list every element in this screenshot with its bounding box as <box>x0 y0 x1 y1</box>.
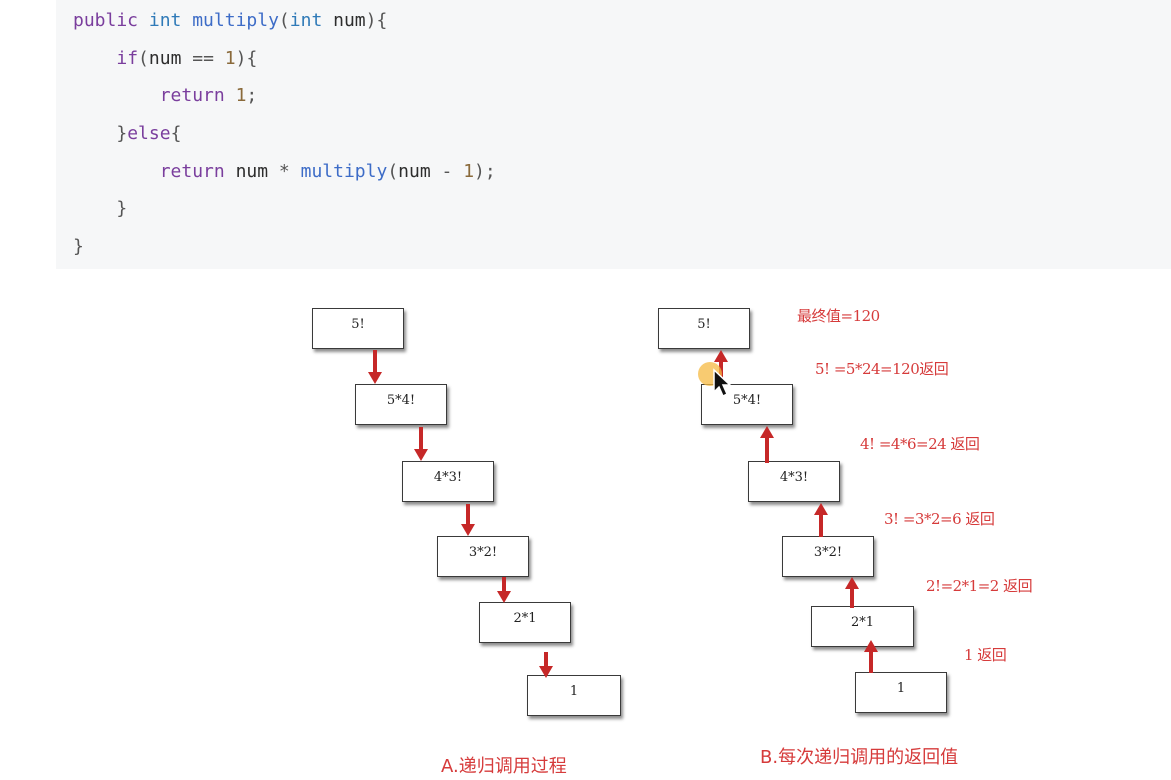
code-token: public <box>73 10 149 31</box>
code-token: } <box>116 198 128 220</box>
code-token: ( <box>278 10 290 31</box>
note-3-factorial: 3! =3*2=6 返回 <box>884 510 995 528</box>
code-token: { <box>170 123 182 145</box>
note-4-factorial: 4! =4*6=24 返回 <box>860 435 980 453</box>
code-token: - <box>441 160 464 182</box>
node-a-6: 1 <box>527 675 621 716</box>
code-token: num <box>235 160 279 182</box>
code-token: ){ <box>365 10 388 31</box>
code-token: 1 <box>463 160 475 182</box>
node-b-4: 3*2! <box>782 536 874 577</box>
caption-a: A.递归调用过程 <box>441 756 567 777</box>
arrow-down-5 <box>539 652 553 680</box>
note-2-factorial: 2!=2*1=2 返回 <box>926 577 1033 595</box>
code-token: num <box>333 10 366 31</box>
code-line: }else{ <box>73 115 1171 153</box>
code-token: return <box>159 160 236 182</box>
code-token: ; <box>246 85 258 107</box>
code-token: } <box>116 123 128 145</box>
code-token: if <box>116 47 139 69</box>
note-5-factorial: 5! =5*24=120返回 <box>815 360 949 378</box>
code-token: == <box>192 47 225 69</box>
node-b-1: 5! <box>658 308 750 349</box>
code-token: ){ <box>235 47 258 69</box>
code-token: num <box>148 47 193 69</box>
recursion-diagram: 5! 5*4! 4*3! 3*2! 2*1 1 5! 5*4! 4*3! 3*2… <box>0 270 1171 780</box>
code-token: int <box>289 10 334 31</box>
node-a-1: 5! <box>312 308 404 349</box>
code-block: public int multiply(int num){ if(num == … <box>56 0 1171 269</box>
code-line: return num * multiply(num - 1); <box>73 153 1171 191</box>
code-token: 1 <box>224 47 236 69</box>
code-token: num <box>398 160 442 182</box>
node-a-3: 4*3! <box>402 461 494 502</box>
code-line: } <box>73 228 1171 266</box>
code-token: ( <box>138 47 149 69</box>
note-1-return: 1 返回 <box>964 646 1007 664</box>
node-a-2: 5*4! <box>355 384 447 425</box>
code-line: } <box>73 190 1171 228</box>
arrow-up-2 <box>760 426 774 463</box>
code-token: else <box>127 123 171 145</box>
arrow-down-3 <box>461 504 475 538</box>
code-token: int <box>148 10 193 31</box>
arrow-up-4 <box>845 577 859 608</box>
note-final-value: 最终值=120 <box>797 307 880 325</box>
code-token: return <box>159 85 236 107</box>
arrow-down-1 <box>368 350 382 386</box>
code-token: } <box>73 236 84 258</box>
code-token: 1 <box>235 85 247 107</box>
arrow-down-4 <box>497 577 511 605</box>
code-token: * <box>278 160 301 182</box>
node-a-5: 2*1 <box>479 602 571 643</box>
code-token: ( <box>387 160 399 182</box>
arrow-up-3 <box>814 503 828 537</box>
code-line: if(num == 1){ <box>73 40 1171 78</box>
code-line: return 1; <box>73 77 1171 115</box>
code-token: multiply <box>192 10 279 31</box>
node-b-3: 4*3! <box>748 461 840 502</box>
code-token: ); <box>474 160 496 182</box>
code-line: public int multiply(int num){ <box>73 2 1171 40</box>
arrow-up-5 <box>864 640 878 673</box>
caption-b: B.每次递归调用的返回值 <box>760 747 959 768</box>
node-b-6: 1 <box>855 672 947 713</box>
mouse-cursor-icon <box>696 360 736 400</box>
code-token: multiply <box>300 160 388 182</box>
node-b-5: 2*1 <box>811 606 914 647</box>
arrow-down-2 <box>414 427 428 463</box>
node-a-4: 3*2! <box>437 536 529 577</box>
